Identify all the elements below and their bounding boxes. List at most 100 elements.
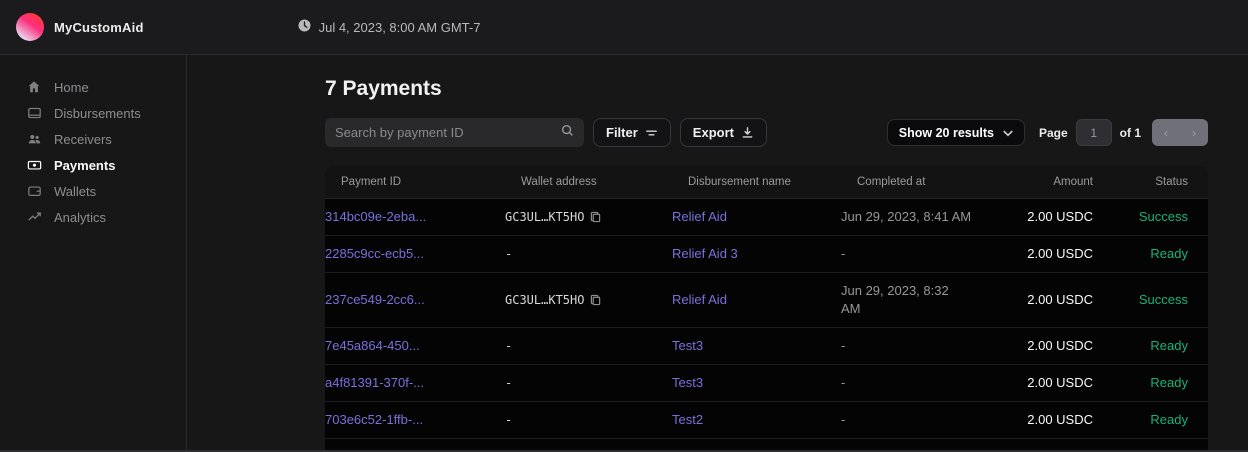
amount: 2.00 USDC bbox=[1001, 374, 1093, 392]
results-per-page-value: Show 20 results bbox=[899, 126, 994, 140]
disbursement-link[interactable]: Test2 bbox=[672, 412, 703, 427]
sidebar-item-label: Wallets bbox=[54, 184, 96, 199]
completed-at: - bbox=[841, 337, 1001, 355]
payment-id-link[interactable]: a4f81391-370f-... bbox=[325, 375, 424, 390]
column-header-completed-at: Completed at bbox=[857, 173, 1017, 191]
table-header-row: Payment ID Wallet address Disbursement n… bbox=[325, 166, 1208, 199]
controls-row: Filter Export Show 20 results Page o bbox=[325, 118, 1208, 147]
brand-name: MyCustomAid bbox=[54, 20, 144, 35]
payments-table: Payment ID Wallet address Disbursement n… bbox=[325, 166, 1208, 451]
column-header-status: Status bbox=[1093, 173, 1208, 191]
top-bar: MyCustomAid Jul 4, 2023, 8:00 AM GMT-7 bbox=[0, 0, 1248, 55]
payment-id-link[interactable]: 237ce549-2cc6... bbox=[325, 292, 425, 307]
completed-at: - bbox=[841, 374, 1001, 392]
current-datetime: Jul 4, 2023, 8:00 AM GMT-7 bbox=[298, 19, 481, 35]
status-badge: Success bbox=[1093, 208, 1208, 226]
sidebar-item-wallets[interactable]: Wallets bbox=[0, 178, 186, 204]
table-row: 314bc09e-2eba... GC3UL…KT5HO Relief Aid … bbox=[325, 199, 1208, 236]
pagination-buttons: ‹ › bbox=[1152, 119, 1208, 146]
column-header-amount: Amount bbox=[1017, 173, 1093, 191]
sidebar-item-label: Disbursements bbox=[54, 106, 141, 121]
table-row: 7e45a864-450... - Test3 - 2.00 USDC Read… bbox=[325, 328, 1208, 365]
completed-at: Jun 29, 2023, 8:32 AM bbox=[841, 282, 951, 318]
disbursement-link[interactable]: Relief Aid 3 bbox=[672, 246, 738, 261]
table-row: 703e6c52-1ffb-... - Test2 - 2.00 USDC Re… bbox=[325, 402, 1208, 439]
amount: 2.00 USDC bbox=[1001, 337, 1093, 355]
clock-icon bbox=[298, 19, 311, 35]
wallets-icon bbox=[27, 183, 43, 199]
wallet-address: - bbox=[505, 374, 512, 392]
table-row: a4f81391-370f-... - Test3 - 2.00 USDC Re… bbox=[325, 365, 1208, 402]
sidebar-item-label: Payments bbox=[54, 158, 115, 173]
disbursement-link[interactable]: Relief Aid bbox=[672, 209, 727, 224]
chevron-down-icon bbox=[1003, 126, 1013, 140]
sidebar-item-payments[interactable]: Payments bbox=[0, 152, 186, 178]
export-button-label: Export bbox=[693, 125, 734, 140]
payment-id-link[interactable]: 7e45a864-450... bbox=[325, 338, 420, 353]
chevron-left-icon: ‹ bbox=[1164, 126, 1168, 140]
sidebar-item-analytics[interactable]: Analytics bbox=[0, 204, 186, 230]
completed-at: Jun 29, 2023, 8:41 AM bbox=[841, 208, 1001, 226]
wallet-address: - bbox=[505, 337, 512, 355]
completed-at: - bbox=[841, 245, 1001, 263]
download-icon bbox=[741, 126, 754, 139]
app-logo bbox=[16, 13, 44, 41]
chevron-right-icon: › bbox=[1192, 126, 1196, 140]
amount: 2.00 USDC bbox=[1001, 411, 1093, 429]
column-header-disbursement-name: Disbursement name bbox=[688, 173, 857, 191]
sidebar-item-disbursements[interactable]: Disbursements bbox=[0, 100, 186, 126]
sidebar-item-receivers[interactable]: Receivers bbox=[0, 126, 186, 152]
prev-page-button[interactable]: ‹ bbox=[1152, 119, 1180, 146]
amount: 2.00 USDC bbox=[1001, 245, 1093, 263]
page-label: Page bbox=[1039, 126, 1068, 140]
payments-icon bbox=[27, 157, 43, 173]
search-icon bbox=[561, 124, 574, 142]
table-row: 237ce549-2cc6... GC3UL…KT5HO Relief Aid … bbox=[325, 273, 1208, 328]
disbursements-icon bbox=[27, 105, 43, 121]
wallet-address: - bbox=[505, 411, 512, 429]
page-total-label: of 1 bbox=[1120, 126, 1141, 140]
search-input[interactable] bbox=[335, 125, 561, 140]
column-header-payment-id: Payment ID bbox=[341, 173, 521, 191]
sidebar-item-home[interactable]: Home bbox=[0, 74, 186, 100]
sidebar-item-label: Analytics bbox=[54, 210, 106, 225]
copy-icon[interactable] bbox=[590, 294, 601, 306]
payment-id-link[interactable]: 2285c9cc-ecb5... bbox=[325, 246, 424, 261]
status-badge: Ready bbox=[1093, 374, 1208, 392]
main-content: 7 Payments Filter Export bbox=[187, 55, 1248, 452]
filter-icon bbox=[645, 127, 658, 139]
wallet-address: GC3UL…KT5HO bbox=[505, 291, 584, 309]
amount: 2.00 USDC bbox=[1001, 208, 1093, 226]
status-badge: Success bbox=[1093, 291, 1208, 309]
wallet-address: GC3UL…KT5HO bbox=[505, 208, 584, 226]
next-page-button[interactable]: › bbox=[1180, 119, 1208, 146]
completed-at: - bbox=[841, 411, 1001, 429]
disbursement-link[interactable]: Relief Aid bbox=[672, 292, 727, 307]
disbursement-link[interactable]: Test3 bbox=[672, 375, 703, 390]
page-number-input[interactable] bbox=[1076, 119, 1112, 146]
page-title: 7 Payments bbox=[325, 77, 1208, 101]
search-box bbox=[325, 118, 584, 147]
datetime-text: Jul 4, 2023, 8:00 AM GMT-7 bbox=[319, 20, 481, 35]
disbursement-link[interactable]: Test3 bbox=[672, 338, 703, 353]
column-header-wallet-address: Wallet address bbox=[521, 173, 688, 191]
table-row: 2285c9cc-ecb5... - Relief Aid 3 - 2.00 U… bbox=[325, 236, 1208, 273]
home-icon bbox=[27, 79, 43, 95]
payment-id-link[interactable]: 314bc09e-2eba... bbox=[325, 209, 426, 224]
analytics-icon bbox=[27, 209, 43, 225]
export-button[interactable]: Export bbox=[680, 118, 767, 147]
sidebar: Home Disbursements Receivers Payments Wa… bbox=[0, 55, 187, 452]
status-badge: Ready bbox=[1093, 337, 1208, 355]
status-badge: Ready bbox=[1093, 411, 1208, 429]
receivers-icon bbox=[27, 131, 43, 147]
amount: 2.00 USDC bbox=[1001, 291, 1093, 309]
wallet-address: - bbox=[505, 245, 512, 263]
filter-button-label: Filter bbox=[606, 125, 638, 140]
results-per-page-select[interactable]: Show 20 results bbox=[887, 119, 1025, 146]
copy-icon[interactable] bbox=[590, 211, 601, 223]
payment-id-link[interactable]: 703e6c52-1ffb-... bbox=[325, 412, 423, 427]
filter-button[interactable]: Filter bbox=[593, 118, 671, 147]
sidebar-item-label: Home bbox=[54, 80, 89, 95]
sidebar-item-label: Receivers bbox=[54, 132, 112, 147]
status-badge: Ready bbox=[1093, 245, 1208, 263]
